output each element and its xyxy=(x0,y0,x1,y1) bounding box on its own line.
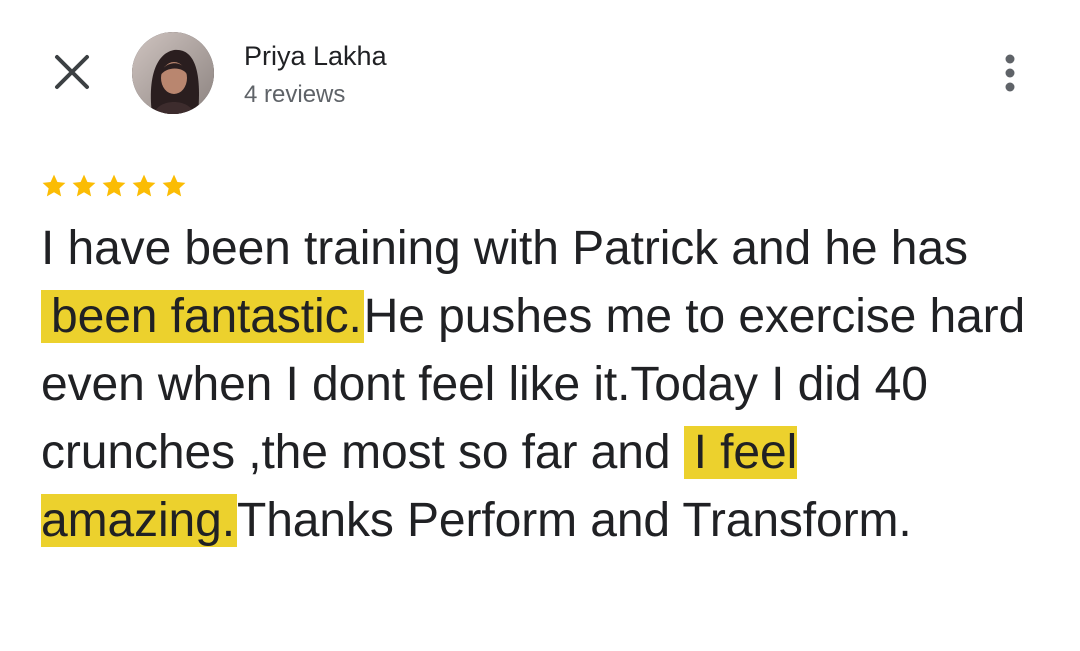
reviewer-name[interactable]: Priya Lakha xyxy=(244,38,387,74)
review-text-part-1: I have been training with Patrick and he… xyxy=(41,222,968,275)
close-icon xyxy=(55,55,89,89)
avatar[interactable] xyxy=(132,32,214,114)
star-icon xyxy=(132,174,156,197)
review-highlight-1: been fantastic. xyxy=(41,290,364,343)
avatar-photo xyxy=(132,32,214,114)
more-vert-icon xyxy=(1005,54,1015,92)
star-icon xyxy=(102,174,126,197)
star-rating xyxy=(39,172,189,200)
star-icon xyxy=(72,174,96,197)
review-text: I have been training with Patrick and he… xyxy=(41,215,1051,555)
star-icon xyxy=(162,174,186,197)
star-icon xyxy=(42,174,66,197)
reviewer-review-count[interactable]: 4 reviews xyxy=(244,79,345,111)
review-text-part-3: Thanks Perform and Transform. xyxy=(236,494,912,547)
close-button[interactable] xyxy=(46,46,98,98)
more-options-button[interactable] xyxy=(990,48,1030,98)
